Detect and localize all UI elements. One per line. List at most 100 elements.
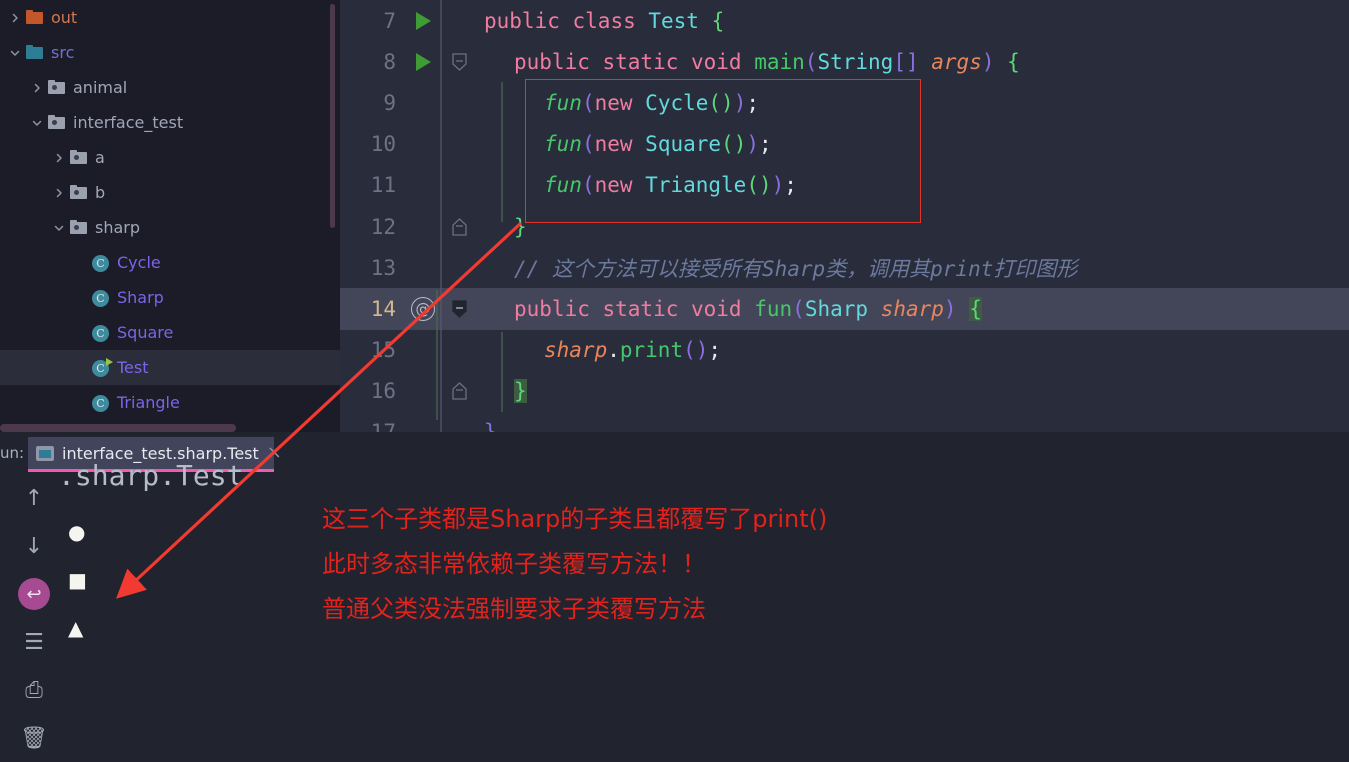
code-line[interactable]: 16} [340, 371, 1349, 412]
code-line[interactable]: 14 @ public static void fun(Sharp sharp) { [340, 288, 1349, 330]
code-line[interactable]: 15 sharp.print(); [340, 330, 1349, 371]
tree-item-label: out [51, 7, 78, 27]
tree-item-sharp[interactable]: C Sharp [0, 280, 340, 315]
code-line-text: fun(new Triangle()); [474, 173, 797, 197]
code-line[interactable]: 11 fun(new Triangle()); [340, 165, 1349, 206]
line-number: 14 [370, 296, 396, 321]
print-icon[interactable]: ⎙ [18, 666, 50, 714]
run-gutter-icon[interactable] [402, 52, 444, 71]
java-class-icon: C [92, 394, 110, 412]
code-token: { [711, 8, 725, 33]
chevron-right-icon[interactable] [8, 11, 22, 25]
fold-toggle-icon[interactable] [444, 299, 474, 319]
code-token: fun [544, 132, 582, 157]
run-gutter-icon[interactable] [402, 11, 444, 30]
fold-toggle-icon[interactable] [444, 217, 474, 237]
code-token: args [931, 49, 982, 74]
code-token: public static void [514, 296, 755, 321]
tree-item-triangle[interactable]: C Triangle [0, 385, 340, 420]
package-folder-icon [48, 114, 66, 131]
code-line[interactable]: 13 // 这个方法可以接受所有Sharp类，调用其print打印图形 [340, 247, 1349, 288]
tree-item-label: sharp [95, 217, 141, 237]
package-folder-icon [70, 219, 88, 236]
icon-glyph: ↓ [24, 533, 44, 559]
fold-toggle-icon[interactable] [444, 381, 474, 401]
tree-vertical-scrollbar[interactable] [330, 4, 335, 228]
close-icon[interactable]: × [267, 444, 282, 462]
chevron-right-icon[interactable] [52, 186, 66, 200]
icon-glyph: ↑ [24, 485, 44, 511]
icon-glyph: 🗑 [20, 725, 48, 751]
line-number: 15 [370, 338, 396, 363]
code-token: ) [733, 132, 747, 157]
code-token: { [1007, 49, 1020, 74]
code-token: ; [784, 173, 797, 198]
tree-item-label: interface_test [73, 112, 184, 132]
code-token: . [607, 338, 620, 363]
tree-item-label: Cycle [117, 252, 161, 272]
console-shape: ▲ [68, 616, 84, 640]
code-line[interactable]: 8 public static void main(String[] args) … [340, 41, 1349, 82]
code-line[interactable]: 7 public class Test { [340, 0, 1349, 41]
package-folder-icon [70, 184, 88, 201]
tree-item-a[interactable]: a [0, 140, 340, 175]
chevron-right-icon[interactable] [52, 151, 66, 165]
code-token: public [484, 8, 573, 33]
tree-item-label: Square [117, 322, 174, 342]
code-token: new [594, 132, 646, 157]
tree-item-animal[interactable]: animal [0, 70, 340, 105]
run-config-icon [36, 445, 54, 461]
code-token: fun [544, 90, 582, 115]
code-token: ; [708, 338, 722, 363]
chevron-down-icon[interactable] [52, 221, 66, 235]
annotation-line: 这三个子类都是Sharp的子类且都覆写了print() [322, 505, 828, 533]
code-token: ) [746, 132, 759, 157]
code-token: sharp [544, 338, 608, 363]
folder-teal-icon [26, 44, 44, 61]
run-toolbar[interactable]: ↑ ↓ ↩ ☰ ⎙ 🗑 [14, 474, 54, 762]
code-line[interactable]: 10 fun(new Square()); [340, 124, 1349, 165]
line-number: 9 [383, 90, 396, 115]
code-token: ; [759, 132, 772, 157]
code-line[interactable]: 9 fun(new Cycle()); [340, 82, 1349, 123]
tree-item-square[interactable]: C Square [0, 315, 340, 350]
code-token: Sharp [804, 296, 869, 321]
override-marker-icon[interactable]: @ [402, 296, 444, 321]
soft-wrap-icon[interactable]: ↩ [18, 570, 50, 618]
code-editor[interactable]: 7 public class Test {8 public static void … [340, 0, 1349, 440]
code-token: ) [695, 338, 709, 363]
up-arrow-icon[interactable]: ↑ [18, 474, 50, 522]
code-token: ( [581, 90, 595, 115]
code-token: ( [804, 49, 818, 74]
tree-item-label: src [51, 42, 75, 62]
tree-item-src[interactable]: src [0, 35, 340, 70]
chevron-down-icon[interactable] [30, 116, 44, 130]
tree-item-test[interactable]: C Test [0, 350, 340, 385]
code-token: ( [746, 173, 759, 198]
project-tree-panel[interactable]: out src animal interface_test a b sharp C Cycle C… [0, 0, 340, 432]
code-token: ( [581, 173, 595, 198]
code-token: ) [943, 296, 957, 321]
tree-item-sharp[interactable]: sharp [0, 210, 340, 245]
line-number: 16 [370, 379, 396, 404]
tree-item-out[interactable]: out [0, 0, 340, 35]
line-number: 7 [383, 8, 396, 33]
chevron-right-icon[interactable] [30, 81, 44, 95]
fold-toggle-icon[interactable] [444, 52, 474, 72]
ide-window: out src animal interface_test a b sharp C Cycle C… [0, 0, 1349, 751]
trash-icon[interactable]: 🗑 [18, 714, 50, 762]
tree-item-b[interactable]: b [0, 175, 340, 210]
tree-horizontal-scrollbar[interactable] [0, 424, 236, 432]
down-arrow-icon[interactable]: ↓ [18, 522, 50, 570]
tree-item-interface_test[interactable]: interface_test [0, 105, 340, 140]
code-token: ( [721, 132, 734, 157]
chevron-down-icon[interactable] [8, 46, 22, 60]
code-token: new [594, 90, 646, 115]
line-number: 11 [370, 173, 396, 198]
code-line[interactable]: 12} [340, 206, 1349, 247]
scroll-to-end-icon[interactable]: ☰ [18, 618, 50, 666]
tree-item-cycle[interactable]: C Cycle [0, 245, 340, 280]
